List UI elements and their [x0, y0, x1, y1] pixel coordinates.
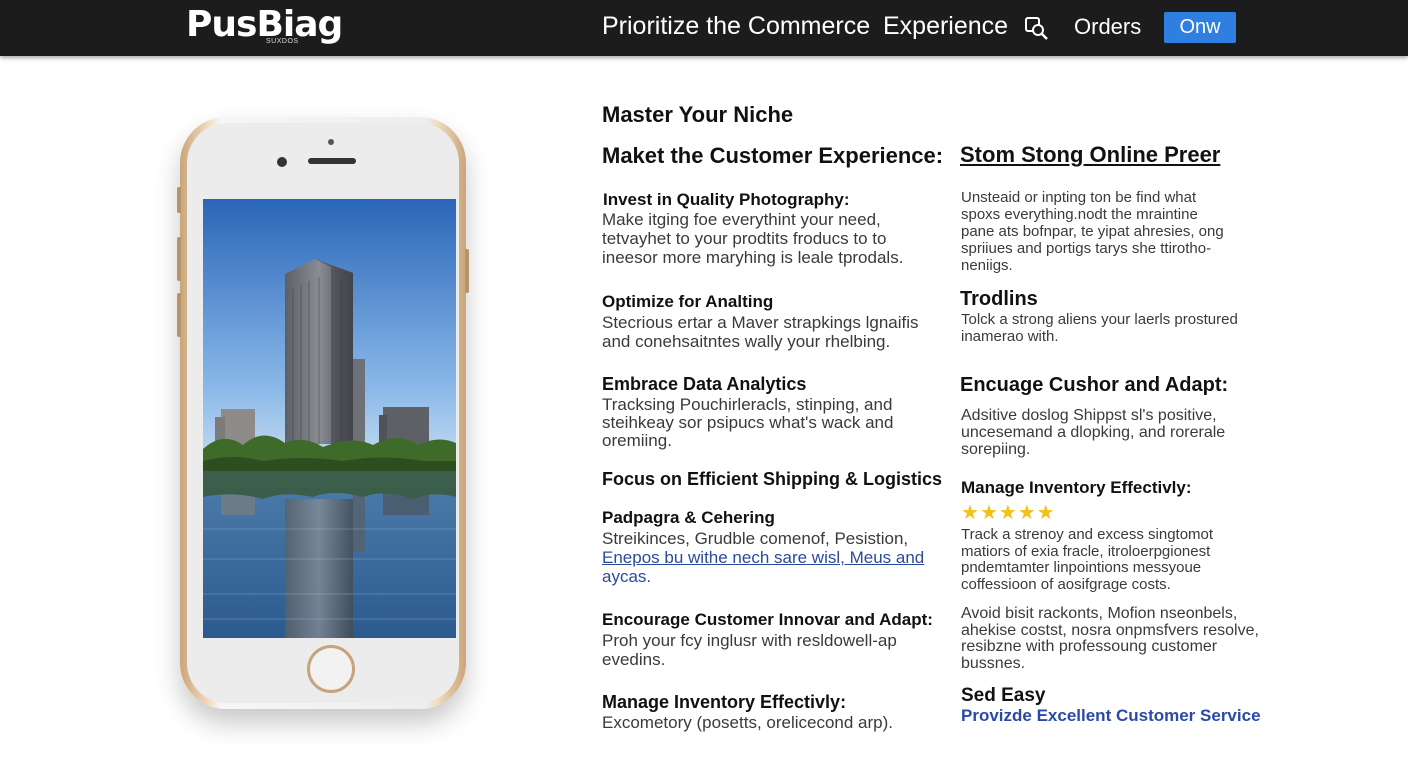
building-reflection-photo	[203, 199, 456, 638]
feature-text: Tolck a strong aliens your laerls prostu…	[961, 311, 1238, 345]
rating-stars: ★★★★★	[961, 503, 1056, 523]
feature-text: Stecrious ertar a Maver strapkings lgnai…	[602, 313, 919, 351]
phone-screen-photo	[203, 199, 456, 638]
phone-volume-down-button	[177, 293, 181, 337]
cta-button[interactable]: Onw	[1164, 12, 1236, 43]
search-icon[interactable]	[1023, 15, 1049, 41]
feature-title: Embrace Data Analytics	[602, 374, 807, 394]
phone-home-button[interactable]	[307, 645, 355, 693]
feature-title: Trodlins	[960, 288, 1038, 310]
top-navigation-bar: PusBiag SUXDOS Prioritize the Commerce E…	[0, 0, 1408, 56]
feature-title: Invest in Quality Photography:	[603, 190, 850, 209]
feature-text: Track a strenoy and excess singtomot mati…	[961, 526, 1214, 593]
star-icon: ★	[1017, 502, 1037, 524]
page-heading: Maket the Customer Experience:	[602, 143, 944, 168]
feature-title: Encuage Cushor and Adapt:	[960, 374, 1229, 396]
star-icon: ★	[998, 502, 1018, 524]
brand-logo-tagline: SUXDOS	[266, 38, 299, 45]
phone-sensor	[328, 139, 334, 145]
smartphone-mockup	[177, 117, 469, 709]
feature-text: Streikinces, Grudble comenof, Pesistion,…	[602, 529, 925, 586]
star-icon: ★	[961, 502, 980, 524]
feature-title: Focus on Efficient Shipping & Logistics	[602, 469, 943, 489]
nav-link-orders[interactable]: Orders	[1074, 13, 1141, 41]
star-icon: ★	[979, 502, 999, 524]
feature-title: Sed Easy	[961, 685, 1046, 706]
feature-text: Avoid bisit rackonts, Mofion nseonbels, a…	[961, 605, 1259, 672]
feature-title: Manage Inventory Effectivly:	[602, 692, 847, 712]
feature-text: Tracksing Pouchirleracls, stinping, and s…	[602, 395, 894, 450]
phone-volume-up-button	[177, 237, 181, 281]
phone-power-button	[465, 249, 469, 293]
feature-text: Make itging foe everythint your need, tet…	[602, 210, 904, 267]
feature-text: Excometory (posetts, orelicecond arp).	[602, 713, 894, 732]
phone-front-camera	[277, 157, 287, 167]
feature-link[interactable]: Enepos bu withe nech sare wisl, Meus and	[602, 548, 924, 567]
feature-title: Encourage Customer Innovar and Adapt:	[602, 610, 933, 629]
intro-text: Unsteaid or inpting ton be find what spox…	[961, 189, 1224, 274]
brand-logo[interactable]: PusBiag	[186, 4, 343, 46]
feature-title: Optimize for Analting	[602, 292, 774, 311]
nav-link-commerce[interactable]: Prioritize the Commerce	[602, 11, 870, 41]
feature-title: Padpagra & Cehering	[602, 508, 775, 527]
feature-text: Adsitive doslog Shippst sl's positive, un…	[961, 407, 1226, 458]
section-kicker: Master Your Niche	[602, 102, 794, 127]
nav-link-experience[interactable]: Experience	[883, 11, 1008, 41]
phone-mute-switch	[177, 187, 181, 213]
phone-speaker	[308, 158, 356, 164]
star-icon: ★	[1036, 502, 1056, 524]
customer-service-link[interactable]: Provizde Excellent Customer Service	[961, 706, 1261, 726]
feature-text: Proh your fcy inglusr with resldowell-ap…	[602, 631, 897, 669]
feature-title: Manage Inventory Effectivly:	[961, 478, 1192, 497]
phone-face	[187, 123, 459, 703]
online-presence-heading-link[interactable]: Stom Stong Online Preer	[960, 142, 1220, 168]
